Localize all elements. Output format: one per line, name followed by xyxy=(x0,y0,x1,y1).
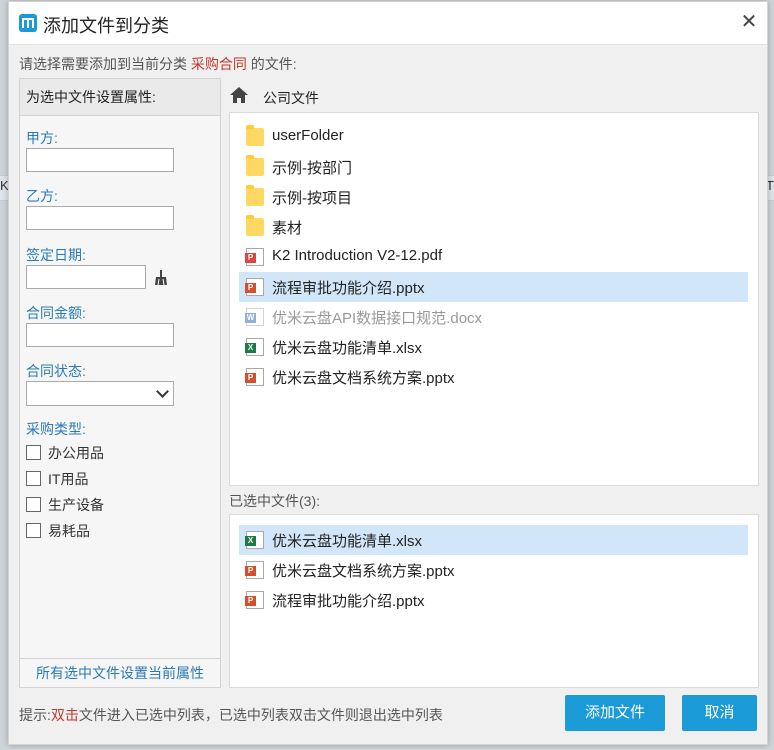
xlsx-file-icon: X xyxy=(245,338,264,356)
item-label: 示例-按部门 xyxy=(272,160,352,177)
list-item[interactable]: W 优米云盘API数据接口规范.docx xyxy=(239,302,748,332)
folder-icon xyxy=(246,215,264,236)
item-label: 优米云盘文档系统方案.pptx xyxy=(272,563,455,580)
checkbox-option[interactable]: 易耗品 xyxy=(26,521,90,539)
folder-icon xyxy=(246,185,264,206)
xlsx-file-icon: X xyxy=(245,531,264,549)
sign-date-label: 签定日期: xyxy=(26,247,86,263)
pptx-file-icon: P xyxy=(245,368,264,386)
dialog-titlebar: 添加文件到分类 ✕ xyxy=(9,2,767,45)
item-label: 优米云盘API数据接口规范.docx xyxy=(272,310,483,327)
list-item[interactable]: P 优米云盘文档系统方案.pptx xyxy=(239,362,748,392)
folder-icon xyxy=(246,125,264,146)
hint-prefix: 提示: xyxy=(19,707,51,723)
pptx-file-icon: P xyxy=(245,591,264,609)
checkbox-option[interactable]: IT用品 xyxy=(26,469,88,487)
instruction-prefix: 请选择需要添加到当前分类 xyxy=(19,56,191,72)
file-browser-list: userFolder 示例-按部门 示例-按项目 素材 P K2 Introdu… xyxy=(229,112,759,486)
dialog-title: 添加文件到分类 xyxy=(43,16,169,36)
checkbox[interactable] xyxy=(26,497,41,512)
folder-icon xyxy=(246,155,264,176)
checkbox-option[interactable]: 办公用品 xyxy=(26,443,104,461)
instruction-suffix: 的文件: xyxy=(246,56,297,72)
pptx-file-icon: P xyxy=(245,278,264,296)
checkbox[interactable] xyxy=(26,523,41,538)
hint-highlight: 双击 xyxy=(50,707,79,723)
home-icon[interactable] xyxy=(229,86,249,104)
checkbox-label: IT用品 xyxy=(48,471,89,487)
item-label: 流程审批功能介绍.pptx xyxy=(272,593,425,610)
cancel-button[interactable]: 取消 xyxy=(682,695,757,731)
status-label: 合同状态: xyxy=(26,363,86,379)
pdf-file-icon: P xyxy=(245,248,264,266)
apply-all-link[interactable]: 所有选中文件设置当前属性 xyxy=(20,658,220,687)
pptx-file-icon: P xyxy=(245,561,264,579)
list-item[interactable]: P 优米云盘文档系统方案.pptx xyxy=(239,555,748,585)
add-files-button[interactable]: 添加文件 xyxy=(565,695,665,731)
party-a-input[interactable] xyxy=(26,148,174,172)
hint-text: 提示:双击文件进入已选中列表，已选中列表双击文件则退出选中列表 xyxy=(19,705,443,725)
checkbox[interactable] xyxy=(26,445,41,460)
checkbox-option[interactable]: 生产设备 xyxy=(26,495,104,513)
checkbox[interactable] xyxy=(26,471,41,486)
hint-suffix: 文件进入已选中列表，已选中列表双击文件则退出选中列表 xyxy=(78,707,443,723)
list-item[interactable]: X 优米云盘功能清单.xlsx xyxy=(239,332,748,362)
checkbox-label: 办公用品 xyxy=(48,445,104,461)
item-label: 流程审批功能介绍.pptx xyxy=(272,280,425,297)
clear-date-icon[interactable] xyxy=(154,270,168,286)
item-label: 示例-按项目 xyxy=(272,190,352,207)
list-item[interactable]: 示例-按部门 xyxy=(239,152,748,182)
item-label: userFolder xyxy=(272,127,344,144)
purchase-type-label: 采购类型: xyxy=(26,421,86,437)
close-icon[interactable]: ✕ xyxy=(739,12,759,32)
breadcrumb-current[interactable]: 公司文件 xyxy=(263,88,319,108)
item-label: 优米云盘功能清单.xlsx xyxy=(272,340,423,357)
selected-files-title: 已选中文件(3): xyxy=(229,493,320,509)
selected-files-list: X 优米云盘功能清单.xlsx P 优米云盘文档系统方案.pptx P 流程审批… xyxy=(229,514,759,688)
amount-input[interactable] xyxy=(26,323,174,347)
chevron-down-icon xyxy=(156,385,169,398)
checkbox-label: 易耗品 xyxy=(48,523,90,539)
amount-label: 合同金额: xyxy=(26,305,86,321)
party-b-label: 乙方: xyxy=(26,188,58,204)
list-item[interactable]: userFolder xyxy=(239,122,748,152)
list-item[interactable]: P 流程审批功能介绍.pptx xyxy=(239,585,748,615)
item-label: 优米云盘文档系统方案.pptx xyxy=(272,370,455,387)
add-files-dialog: 添加文件到分类 ✕ 请选择需要添加到当前分类 采购合同 的文件: 为选中文件设置… xyxy=(8,1,768,745)
party-b-input[interactable] xyxy=(26,206,174,230)
checkbox-label: 生产设备 xyxy=(48,497,104,513)
item-label: 素材 xyxy=(272,220,303,237)
list-item[interactable]: P K2 Introduction V2-12.pdf xyxy=(239,242,748,272)
attributes-header: 为选中文件设置属性: xyxy=(20,79,220,116)
attributes-panel: 为选中文件设置属性: 甲方: 乙方: 签定日期: 合同金额: 合同状态: 采购类… xyxy=(19,78,221,688)
list-item[interactable]: 素材 xyxy=(239,212,748,242)
party-a-label: 甲方: xyxy=(26,130,58,146)
docx-file-icon: W xyxy=(245,308,264,326)
item-label: K2 Introduction V2-12.pdf xyxy=(272,247,443,264)
sign-date-input[interactable] xyxy=(26,265,146,289)
app-logo-icon xyxy=(19,14,37,32)
category-name: 采购合同 xyxy=(190,56,247,72)
list-item[interactable]: 示例-按项目 xyxy=(239,182,748,212)
list-item[interactable]: X 优米云盘功能清单.xlsx xyxy=(239,525,748,555)
list-item[interactable]: P 流程审批功能介绍.pptx xyxy=(239,272,748,302)
status-select[interactable] xyxy=(26,381,174,406)
instruction-text: 请选择需要添加到当前分类 采购合同 的文件: xyxy=(19,54,297,74)
item-label: 优米云盘功能清单.xlsx xyxy=(272,533,423,550)
